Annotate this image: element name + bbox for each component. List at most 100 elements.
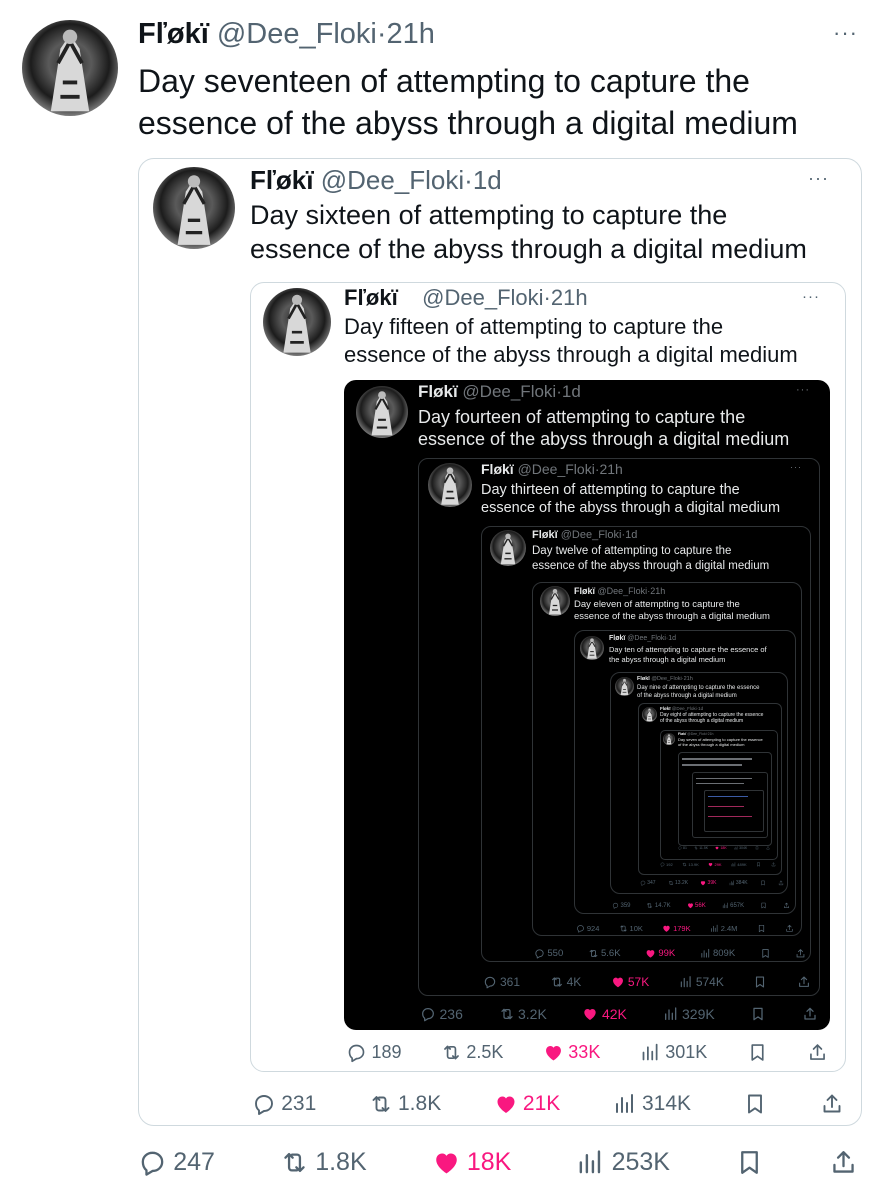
retweet-button: 11.5K (694, 846, 708, 850)
retweet-count: 2.5K (466, 1042, 504, 1062)
action-bar[interactable]: 247 1.8K 18K 253K (138, 1148, 858, 1177)
bookmark-icon (747, 1042, 768, 1063)
share-button[interactable] (829, 1148, 858, 1177)
like-button: 179K (662, 924, 691, 933)
action-bar: 231 1.8K 21K 314K (252, 1092, 844, 1116)
quote-text: Day sixteen of attempting to capture the… (250, 198, 807, 266)
bookmark-button (760, 902, 767, 909)
like-icon (715, 846, 719, 850)
reply-button: 359 (612, 902, 631, 909)
author-handle: @Dee_Floki (320, 165, 465, 195)
view-count: 574K (695, 975, 724, 989)
author-name: Fløkï (574, 586, 596, 596)
views-button[interactable]: 253K (576, 1148, 670, 1177)
avatar-image (663, 733, 675, 745)
quote-header: Fløkï @Dee_Floki·1d (532, 528, 637, 542)
share-button (778, 880, 784, 886)
retweet-icon (646, 902, 653, 909)
views-button: 657K (722, 902, 744, 909)
author-name: Fľøkï (344, 285, 398, 310)
quote-text: Day ten of attempting to capture the ess… (609, 645, 767, 665)
quote-text-line: Day eleven of attempting to capture the (574, 599, 740, 610)
replie-count: 359 (620, 902, 631, 909)
like-button: 39K (700, 880, 716, 886)
views-button: 574K (679, 975, 724, 989)
reply-button: 81 (678, 846, 687, 850)
avatar (540, 586, 570, 616)
avatar-image (153, 167, 235, 249)
timestamp: 1d (561, 382, 581, 401)
timestamp: 21h (683, 676, 693, 682)
share-button (766, 846, 770, 850)
timestamp[interactable]: 21h (387, 18, 435, 50)
quote-text-line: essence of the abyss through a digital m… (532, 560, 770, 572)
share-icon (783, 902, 790, 909)
author-handle[interactable]: @Dee_Floki (217, 18, 377, 50)
quote-header: Fløkï @Dee_Floki·21h (574, 586, 665, 597)
bookmark-icon (760, 902, 767, 909)
replie-count: 550 (547, 948, 564, 959)
like-icon (700, 880, 706, 886)
reply-button: 924 (576, 924, 599, 933)
recursion-placeholder (696, 783, 744, 784)
quote-text: Day twelve of attempting to capture the … (532, 544, 769, 574)
like-button: 33K (543, 1042, 600, 1063)
retweet-icon (668, 880, 674, 886)
avatar (263, 288, 331, 356)
retweet-icon (619, 924, 628, 933)
quote-text: Day nine of attempting to capture the es… (637, 684, 759, 700)
like-icon (687, 902, 694, 909)
like-icon (662, 924, 671, 933)
author-name: Fløkï (532, 529, 558, 541)
reply-icon (252, 1092, 276, 1116)
share-icon (771, 862, 776, 867)
quote-text-line: Day fourteen of attempting to capture th… (418, 407, 746, 427)
quote-text-line: Day nine of attempting to capture the es… (637, 685, 760, 691)
action-bar: 189 2.5K 33K 301K (346, 1042, 828, 1063)
views-icon (679, 975, 693, 989)
reply-button: 550 (534, 948, 563, 959)
author-handle: @Dee_Floki (517, 461, 595, 477)
like-button[interactable]: 18K (432, 1148, 511, 1177)
quote-header: Fľøkï @Dee_Floki·1d (250, 164, 502, 196)
bookmark-button[interactable] (735, 1148, 764, 1177)
avatar-image (428, 463, 472, 507)
avatar[interactable] (22, 20, 118, 116)
bookmark-icon (753, 975, 767, 989)
avatar (356, 386, 408, 438)
action-bar: 359 14.7K 56K 657K (612, 902, 790, 909)
bookmark-button (755, 846, 759, 850)
author-name: Fløkï (418, 382, 458, 401)
author-name[interactable]: Fľøkï (138, 18, 209, 50)
reply-button[interactable]: 247 (138, 1148, 215, 1177)
retweet-icon (280, 1148, 309, 1177)
like-icon (494, 1092, 518, 1116)
like-count: 18K (720, 846, 727, 850)
separator: · (464, 165, 473, 195)
like-button: 42K (582, 1006, 627, 1022)
retweet-button: 14.7K (646, 902, 671, 909)
avatar-image (263, 288, 331, 356)
reply-button: 236 (420, 1006, 463, 1022)
quote-text-line: essence of the abyss through a digital m… (481, 500, 781, 516)
author-name: Fľøkï (250, 165, 314, 195)
quote-text-line: essence of the abyss through a digital m… (250, 234, 807, 264)
like-count: 99K (658, 948, 676, 959)
more-icon[interactable]: ··· (808, 168, 829, 189)
views-button: 384K (729, 880, 748, 886)
retweet-button[interactable]: 1.8K (280, 1148, 367, 1177)
like-icon (543, 1042, 564, 1063)
quote-text-line: essence of the abyss through a digital m… (418, 429, 790, 449)
recursion-placeholder (708, 806, 744, 807)
bookmark-button (756, 862, 761, 867)
replie-count: 231 (281, 1092, 317, 1115)
author-handle: @Dee_Floki (687, 732, 707, 736)
view-count: 329K (682, 1006, 715, 1022)
reply-icon (420, 1006, 436, 1022)
more-icon[interactable]: ··· (833, 20, 858, 46)
replie-count: 192 (666, 862, 673, 867)
retweet-count: 1.8K (398, 1092, 442, 1115)
avatar-image (642, 707, 657, 722)
avatar (615, 677, 634, 696)
views-button: 304K (734, 846, 747, 850)
